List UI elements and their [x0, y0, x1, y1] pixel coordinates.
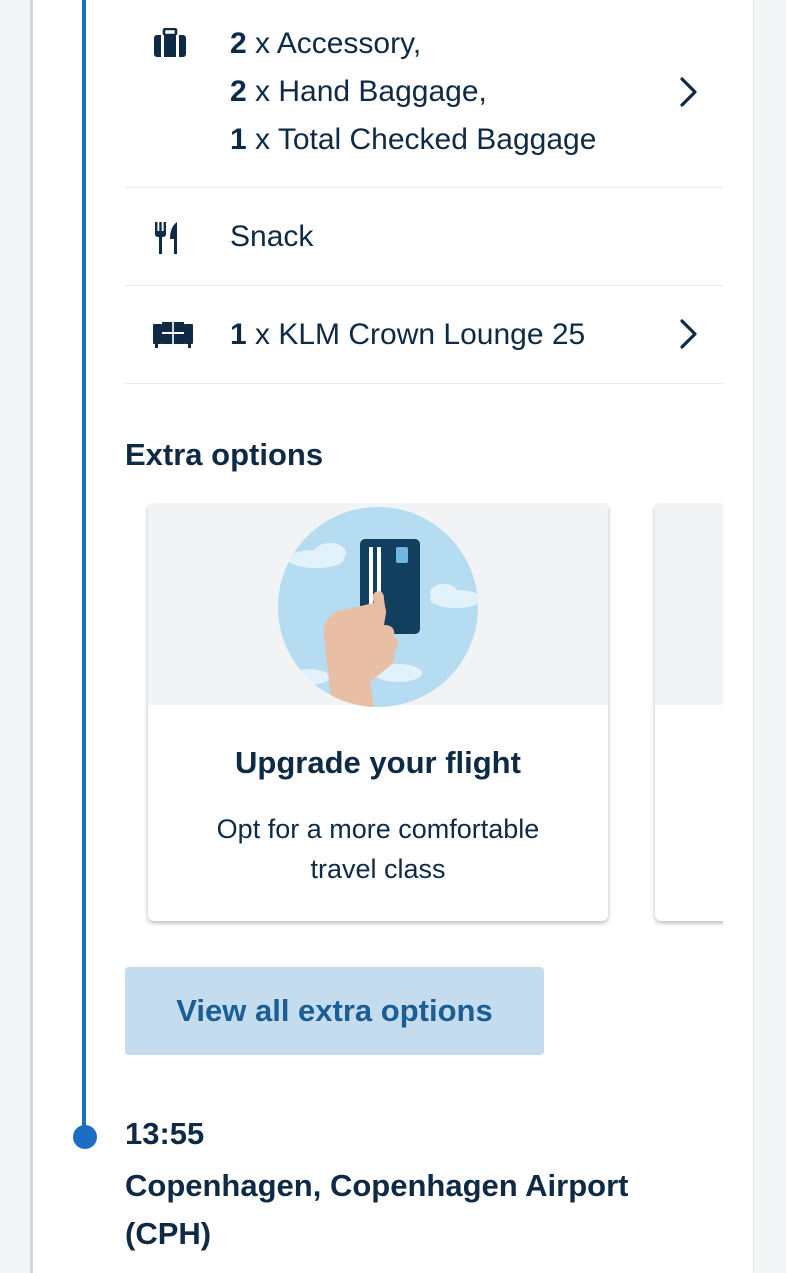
timeline-line: [82, 0, 86, 1140]
lounge-sofa-icon: [153, 322, 193, 353]
baggage-line-checked: 1 x Total Checked Baggage: [230, 123, 597, 156]
arrival-place: Copenhagen, Copenhagen Airport (CPH): [125, 1168, 629, 1251]
baggage-line-hand: 2 x Hand Baggage,: [230, 75, 487, 108]
next-option-card[interactable]: [655, 503, 723, 921]
baggage-text: 2 x Accessory, 2 x Hand Baggage, 1 x Tot…: [230, 20, 596, 164]
meal-row: Snack: [125, 188, 723, 286]
itinerary-panel: 2 x Accessory, 2 x Hand Baggage, 1 x Tot…: [30, 0, 754, 1273]
view-all-extra-options-button[interactable]: View all extra options: [125, 967, 544, 1055]
baggage-row[interactable]: 2 x Accessory, 2 x Hand Baggage, 1 x Tot…: [125, 0, 723, 188]
meal-label: Snack: [230, 220, 314, 253]
timeline-arrival-dot: [73, 1125, 97, 1149]
card-media: [148, 503, 608, 707]
chevron-right-icon[interactable]: [679, 318, 699, 355]
chevron-right-icon[interactable]: [679, 76, 699, 113]
lounge-row[interactable]: 1 x KLM Crown Lounge 25: [125, 286, 723, 384]
card-description: Opt for a more comfortable travel class: [216, 814, 540, 884]
cutlery-icon: [153, 221, 181, 260]
baggage-icon: [153, 27, 187, 63]
arrival-time: 13:55: [125, 1116, 205, 1151]
extra-options-title: Extra options: [125, 437, 324, 472]
extra-options-carousel[interactable]: Upgrade your flight Opt for a more comfo…: [125, 503, 723, 933]
upgrade-flight-card[interactable]: Upgrade your flight Opt for a more comfo…: [148, 503, 608, 921]
card-title: Upgrade your flight: [235, 745, 521, 780]
lounge-text: 1 x KLM Crown Lounge 25: [230, 318, 586, 351]
hand-holding-card-icon: [278, 507, 478, 712]
baggage-line-accessory: 2 x Accessory,: [230, 27, 422, 60]
card-media: [655, 503, 723, 705]
